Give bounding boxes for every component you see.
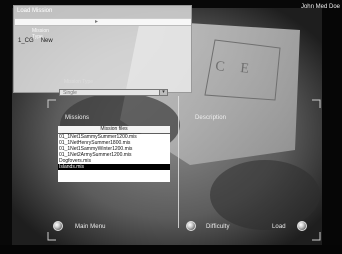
svg-text:C: C <box>215 59 226 75</box>
load-dialog: Load Mission ▸ Mission Type 1_CG New <box>13 5 192 93</box>
mission-type-select[interactable]: Single ▾ <box>59 89 168 96</box>
dialog-titlebar: Load Mission <box>14 6 191 18</box>
dialog-row-col1: 1_CG <box>18 38 34 44</box>
load-button-icon[interactable] <box>297 221 307 231</box>
mission-type-label: Mission Type <box>64 79 94 85</box>
dialog-title: Load Mission <box>17 8 53 14</box>
column-divider <box>178 96 179 228</box>
dialog-row-col2: New <box>40 38 53 44</box>
dialog-list-row[interactable]: 1_CG New <box>18 38 53 45</box>
list-item[interactable]: Islands.mis <box>58 164 170 170</box>
mission-type-value: Single <box>63 90 77 96</box>
difficulty-button-icon[interactable] <box>186 221 196 231</box>
dialog-list: 1_CG New <box>18 38 53 45</box>
mouse-cursor-icon: ▸ <box>95 19 99 25</box>
missions-heading: Missions <box>65 115 90 121</box>
player-name: John Med Doe <box>300 4 340 10</box>
missions-list-header[interactable]: Mission files <box>58 126 170 133</box>
filename-field[interactable]: ▸ <box>15 19 191 26</box>
load-button[interactable]: Load <box>272 224 286 230</box>
description-heading: Description <box>195 115 227 121</box>
main-menu-button[interactable]: Main Menu <box>75 224 106 230</box>
game-screen: C E John Med Doe Load Mission ▸ Mission … <box>0 0 342 254</box>
missions-list: 01_1Net1SammySummer1200.mis 01_1NetHenry… <box>58 134 170 182</box>
difficulty-button[interactable]: Difficulty <box>206 224 230 230</box>
svg-text:E: E <box>240 61 250 77</box>
chevron-down-icon[interactable]: ▾ <box>159 90 167 95</box>
main-menu-button-icon[interactable] <box>53 221 63 231</box>
